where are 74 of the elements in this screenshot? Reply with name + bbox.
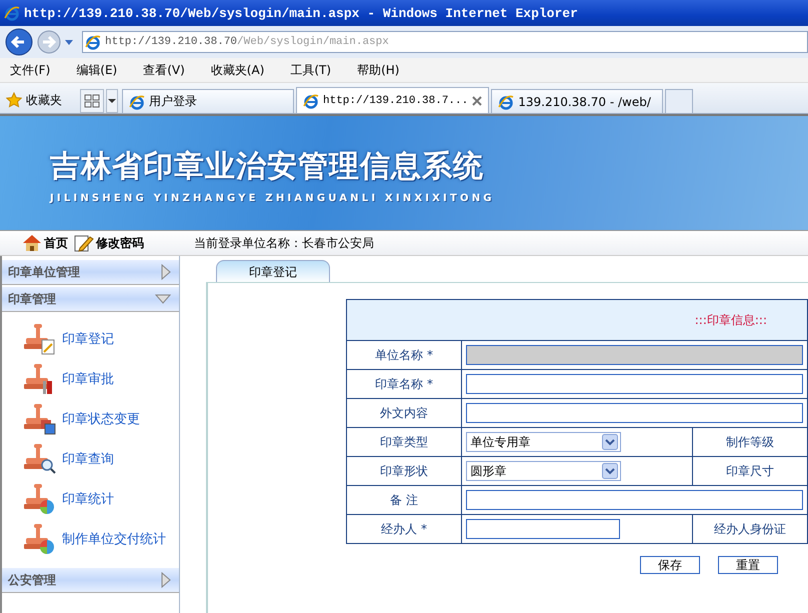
content-tab[interactable]: 印章登记	[216, 260, 330, 283]
house-icon	[22, 234, 42, 252]
stamp-icon	[22, 522, 56, 556]
field-label: 单位名称 *	[346, 340, 462, 370]
sidebar-item[interactable]: 印章查询	[22, 442, 179, 476]
login-unit-label: 当前登录单位名称：长春市公安局	[193, 234, 374, 252]
stamp-icon	[22, 322, 56, 356]
quick-tabs-button[interactable]	[80, 89, 104, 113]
text-field[interactable]	[466, 403, 803, 423]
field-label: 经办人 *	[346, 514, 462, 544]
window-title: http://139.210.38.70/Web/syslogin/main.aspx - Windows Internet Explorer	[24, 6, 578, 20]
expand-icon	[161, 264, 171, 280]
sidebar-item[interactable]: 印章审批	[22, 362, 179, 396]
browser-tab[interactable]: http://139.210.38.7...	[296, 87, 490, 113]
tab-list-button[interactable]	[106, 89, 118, 113]
field-label: 印章类型	[346, 428, 462, 456]
form-button[interactable]: 重置	[718, 556, 778, 574]
forward-icon	[36, 29, 62, 55]
system-subtitle: JILINSHENG YINZHANGYE ZHIANGUANLI XINXIXITONG	[50, 193, 496, 204]
address-field[interactable]: http://139.210.38.70/Web/syslogin/main.aspx	[82, 31, 808, 53]
sidebar-section[interactable]: 印章单位管理	[2, 260, 179, 285]
field-label: 备 注	[346, 486, 462, 514]
field-label: 印章名称 *	[346, 370, 462, 398]
dropdown-icon	[64, 37, 74, 47]
field-label: 外文内容	[346, 398, 462, 428]
address-host: http://139.210.38.70	[105, 36, 238, 48]
pencil-icon	[74, 234, 94, 252]
favorites-button[interactable]: 收藏夹	[4, 87, 64, 113]
menu-item[interactable]: 收藏夹(A)	[210, 62, 264, 78]
back-icon	[4, 27, 34, 57]
browser-tab[interactable]: 139.210.38.70 - /web/	[491, 89, 664, 113]
stamp-icon	[22, 482, 56, 516]
page-icon	[129, 94, 145, 110]
field-label: 经办人身份证	[692, 514, 808, 544]
dropdown[interactable]: 圆形章	[466, 461, 622, 481]
browser-tab[interactable]: 用户登录	[122, 89, 294, 113]
page-icon	[498, 94, 514, 110]
grid-icon	[84, 94, 100, 108]
sidebar-item[interactable]: 印章状态变更	[22, 402, 179, 436]
address-path: /Web/syslogin/main.aspx	[237, 36, 389, 48]
stamp-icon	[22, 402, 56, 436]
sidebar-section[interactable]: 公安管理	[2, 568, 179, 593]
menu-item[interactable]: 编辑(E)	[76, 62, 118, 78]
dropdown[interactable]: 单位专用章	[466, 432, 622, 452]
dropdown-value: 单位专用章	[470, 434, 530, 450]
expand-icon	[161, 572, 171, 588]
form-heading: :::印章信息:::	[346, 300, 808, 340]
menu-item[interactable]: 帮助(H)	[357, 62, 400, 78]
dropdown-value: 圆形章	[470, 462, 506, 480]
system-title: 吉林省印章业治安管理信息系统	[50, 148, 485, 186]
page-icon	[85, 34, 101, 50]
text-field[interactable]	[466, 374, 803, 394]
menu-item[interactable]: 工具(T)	[290, 62, 332, 78]
sidebar-item[interactable]: 制作单位交付统计	[22, 522, 179, 556]
field-label: 印章形状	[346, 456, 462, 486]
field-label: 制作等级	[692, 428, 808, 456]
sidebar-item[interactable]: 印章统计	[22, 482, 179, 516]
caret-icon	[108, 98, 116, 104]
sidebar-item[interactable]: 印章登记	[22, 322, 179, 356]
stamp-icon	[22, 442, 56, 476]
form-button[interactable]: 保存	[640, 556, 700, 574]
sidebar-section[interactable]: 印章管理	[2, 287, 179, 312]
text-field[interactable]	[466, 519, 620, 539]
browser-logo-icon	[4, 5, 20, 21]
collapse-icon	[155, 294, 171, 304]
page-icon	[303, 92, 319, 108]
menu-item[interactable]: 查看(V)	[143, 62, 185, 78]
nav-link[interactable]: 首页	[22, 234, 68, 252]
field-label: 印章尺寸	[692, 456, 808, 486]
nav-link[interactable]: 修改密码	[74, 234, 144, 252]
menu-item[interactable]: 文件(F)	[10, 62, 50, 78]
text-field[interactable]	[466, 490, 803, 510]
star-icon	[6, 92, 22, 108]
close-icon	[472, 96, 482, 106]
